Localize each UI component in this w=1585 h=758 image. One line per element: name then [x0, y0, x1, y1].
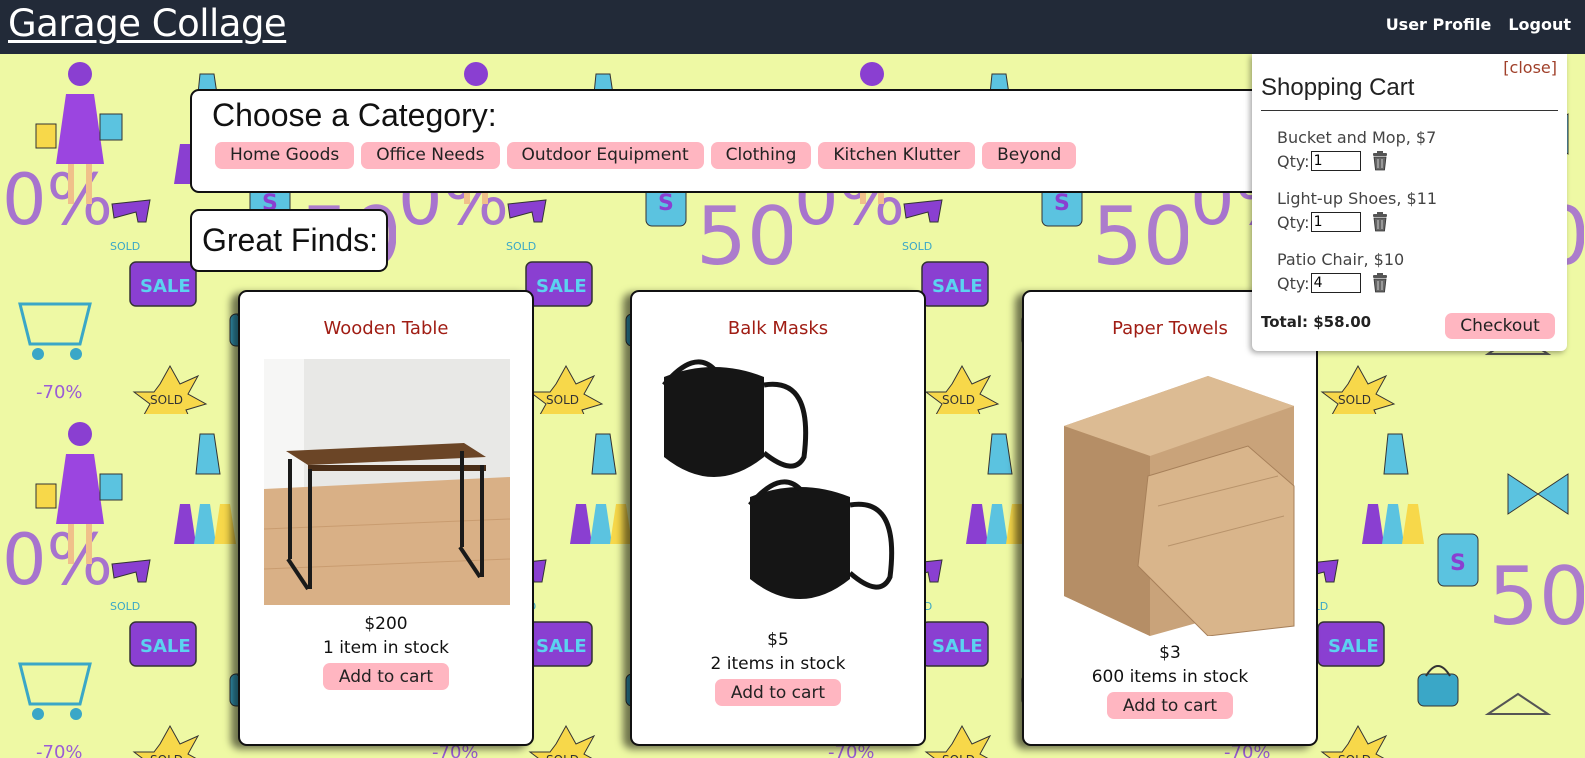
qty-label: Qty: [1277, 151, 1310, 171]
add-to-cart-button[interactable]: Add to cart [715, 679, 841, 706]
user-profile-link[interactable]: User Profile [1386, 15, 1492, 34]
qty-label: Qty: [1277, 212, 1310, 232]
trash-icon[interactable] [1371, 151, 1389, 171]
category-heading: Choose a Category: [212, 97, 497, 133]
top-navbar: Garage Collage User Profile Logout [0, 0, 1585, 54]
cart-item: Light-up Shoes, $11 Qty: [1277, 189, 1437, 232]
cart-close-link[interactable]: [close] [1503, 58, 1557, 77]
cart-title: Shopping Cart [1261, 74, 1415, 101]
cart-item: Patio Chair, $10 Qty: [1277, 250, 1404, 293]
nav-links: User Profile Logout [1386, 15, 1571, 34]
cart-item-name: Patio Chair, $10 [1277, 250, 1405, 269]
product-stock: 600 items in stock [1091, 667, 1249, 687]
product-price: $3 [1159, 643, 1181, 663]
qty-label: Qty: [1277, 273, 1310, 293]
wooden-table-image [264, 359, 510, 605]
cart-item-name: Bucket and Mop, $7 [1277, 128, 1437, 147]
shopping-cart-panel: [close] Shopping Cart Bucket and Mop, $7… [1252, 54, 1567, 351]
checkout-button[interactable]: Checkout [1445, 313, 1555, 339]
category-beyond[interactable]: Beyond [982, 142, 1077, 169]
cart-divider [1261, 110, 1558, 111]
qty-input[interactable] [1310, 151, 1361, 171]
cart-total: Total: $58.00 [1261, 313, 1372, 331]
category-kitchen-klutter[interactable]: Kitchen Klutter [818, 142, 976, 169]
category-home-goods[interactable]: Home Goods [215, 142, 355, 169]
product-stock: 1 item in stock [322, 638, 450, 658]
add-to-cart-button[interactable]: Add to cart [323, 663, 449, 690]
add-to-cart-button[interactable]: Add to cart [1107, 692, 1233, 719]
category-office-needs[interactable]: Office Needs [361, 142, 500, 169]
product-price: $200 [364, 614, 408, 634]
category-panel: Choose a Category: Home Goods Office Nee… [190, 89, 1270, 193]
cart-item-name: Light-up Shoes, $11 [1277, 189, 1438, 208]
product-card: Wooden Table $200 1 item in stock Add to… [238, 290, 534, 746]
brand-logo-link[interactable]: Garage Collage [8, 2, 287, 45]
logout-link[interactable]: Logout [1508, 15, 1571, 34]
product-card: Balk Masks $5 2 items in stock Add to ca… [630, 290, 926, 746]
qty-input[interactable] [1310, 273, 1361, 293]
paper-towels-image [1064, 376, 1295, 636]
category-clothing[interactable]: Clothing [710, 142, 812, 169]
great-finds-heading: Great Finds: [202, 222, 379, 258]
trash-icon[interactable] [1371, 212, 1389, 232]
product-stock: 2 items in stock [710, 654, 846, 674]
face-masks-image [662, 359, 895, 599]
great-finds-panel: Great Finds: [190, 209, 388, 272]
product-price: $5 [767, 630, 789, 650]
cart-item: Bucket and Mop, $7 Qty: [1277, 128, 1436, 171]
product-name[interactable]: Balk Masks [632, 318, 924, 339]
product-name[interactable]: Wooden Table [240, 318, 532, 339]
trash-icon[interactable] [1371, 273, 1389, 293]
qty-input[interactable] [1310, 212, 1361, 232]
product-card: Paper Towels $3 600 items in stock Add t… [1022, 290, 1318, 746]
category-buttons: Home Goods Office Needs Outdoor Equipmen… [215, 142, 1077, 169]
category-outdoor-equipment[interactable]: Outdoor Equipment [506, 142, 704, 169]
